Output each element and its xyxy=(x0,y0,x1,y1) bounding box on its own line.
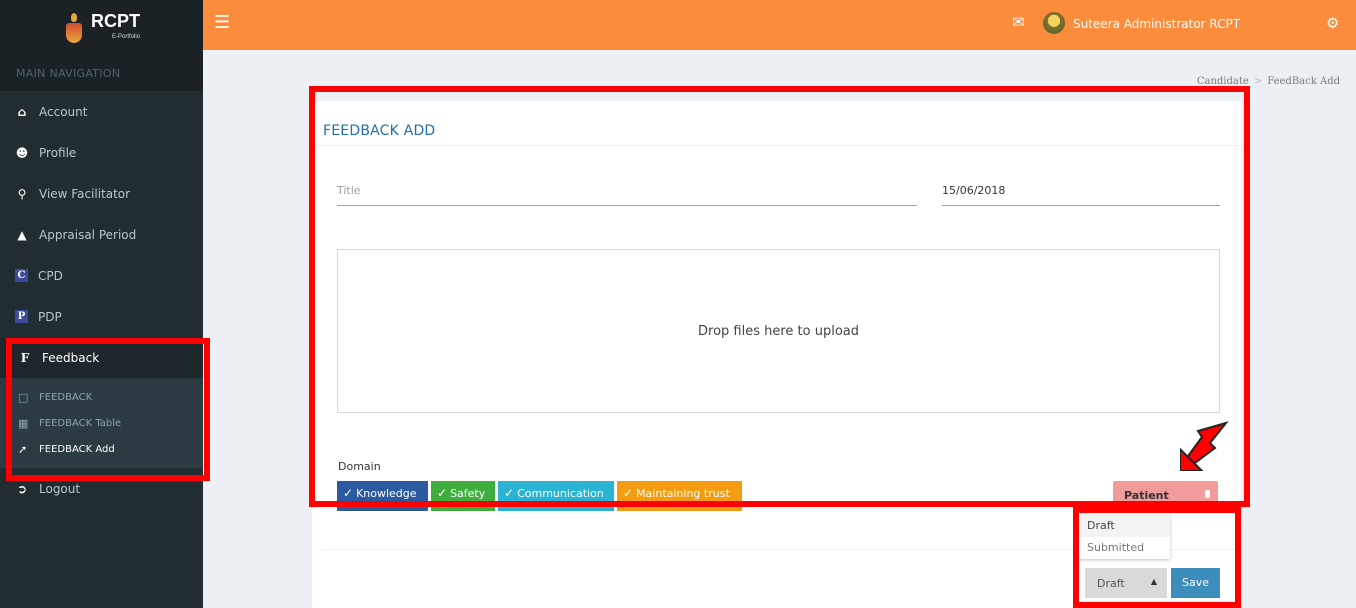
user-icon: ☻ xyxy=(15,145,29,160)
sidebar-item-label: View Facilitator xyxy=(39,186,131,201)
sidebar-item-view-facilitator[interactable]: ⚲ View Facilitator xyxy=(0,173,203,214)
sidebar-item-account[interactable]: ⌂ Account xyxy=(0,91,203,132)
sidebar-item-label: PDP xyxy=(38,309,62,324)
logo[interactable]: RCPT E-Portfolio xyxy=(0,0,203,57)
sidebar-item-label: Logout xyxy=(39,481,81,496)
p-letter-icon: P xyxy=(15,310,28,323)
sidebar-item-profile[interactable]: ☻ Profile xyxy=(0,132,203,173)
breadcrumb-item-current: FeedBack Add xyxy=(1267,76,1340,87)
logo-emblem-icon xyxy=(63,12,85,45)
highlight-box-sidebar-feedback xyxy=(6,338,210,481)
logo-text: RCPT E-Portfolio xyxy=(91,10,140,40)
sidebar-item-label: Appraisal Period xyxy=(39,227,137,242)
home-icon: ⌂ xyxy=(17,104,27,119)
avatar[interactable] xyxy=(1043,12,1065,34)
hamburger-menu-icon[interactable]: ☰ xyxy=(214,14,230,32)
highlight-box-status-save xyxy=(1073,507,1241,608)
logout-icon: ➲ xyxy=(16,481,28,496)
sidebar-item-pdp[interactable]: P PDP xyxy=(0,296,203,337)
envelope-icon[interactable]: ✉ xyxy=(1012,13,1025,31)
sidebar-item-label: CPD xyxy=(38,268,63,283)
search-icon: ⚲ xyxy=(17,186,27,201)
c-letter-icon: C xyxy=(15,269,28,282)
nav-header: MAIN NAVIGATION xyxy=(0,57,203,91)
gears-icon[interactable]: ⚙ xyxy=(1326,14,1339,32)
top-navbar: ☰ ✉ Suteera Administrator RCPT ⚙ xyxy=(203,0,1356,50)
sidebar-item-appraisal-period[interactable]: ▲ Appraisal Period xyxy=(0,214,203,255)
sidebar-item-label: Profile xyxy=(39,145,77,160)
sidebar-item-label: Account xyxy=(39,104,88,119)
sidebar-item-cpd[interactable]: C CPD xyxy=(0,255,203,296)
breadcrumb-separator-icon: > xyxy=(1253,76,1263,87)
area-chart-icon: ▲ xyxy=(17,227,27,242)
user-name[interactable]: Suteera Administrator RCPT xyxy=(1073,17,1240,31)
highlight-box-form xyxy=(309,86,1250,507)
sidebar: RCPT E-Portfolio MAIN NAVIGATION ⌂ Accou… xyxy=(0,0,203,608)
red-arrow-icon xyxy=(1180,421,1229,471)
